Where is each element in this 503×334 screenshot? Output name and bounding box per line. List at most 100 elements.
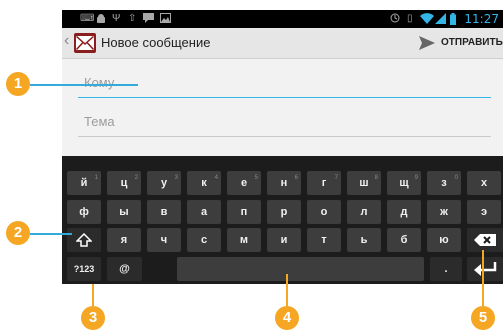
letter-key[interactable]: щ9	[387, 171, 421, 195]
letter-key[interactable]: ы	[107, 200, 141, 224]
key-hint: 4	[214, 175, 218, 181]
at-key[interactable]: @	[107, 257, 142, 281]
back-caret[interactable]: ‹	[64, 32, 69, 50]
letter-key[interactable]: и	[267, 228, 301, 252]
symbols-key[interactable]: ?123	[67, 257, 101, 281]
send-icon	[419, 36, 435, 50]
status-bar: ⌨ Ψ ⇧ ▯ 11:27	[62, 10, 503, 28]
letter-key[interactable]: н6	[267, 171, 301, 195]
letter-key[interactable]: к4	[187, 171, 221, 195]
callout-1: 1	[6, 72, 30, 96]
letter-key-label: х	[480, 177, 488, 189]
letter-key-label: з	[441, 177, 447, 189]
action-bar: ‹ Новое сообщение ОТПРАВИТЬ	[62, 28, 503, 59]
send-button[interactable]: ОТПРАВИТЬ	[411, 28, 503, 58]
letter-key-label: ю	[439, 234, 449, 246]
to-field-placeholder: Кому	[84, 75, 115, 90]
backspace-key[interactable]	[467, 228, 503, 252]
letter-key[interactable]: л	[347, 200, 381, 224]
chat-icon	[143, 13, 154, 25]
letter-key-label: ч	[160, 234, 168, 246]
email-app-icon[interactable]	[74, 33, 96, 53]
subject-field[interactable]: Тема	[78, 108, 491, 137]
letter-key[interactable]: х	[467, 171, 501, 195]
key-hint: 3	[174, 175, 178, 181]
keyboard-icon: ⌨	[80, 13, 95, 24]
letter-key-label: э	[480, 206, 488, 218]
letter-key-label: й	[80, 177, 88, 189]
letter-key-label: г	[321, 177, 327, 189]
letter-key-label: р	[280, 206, 288, 218]
shift-key[interactable]	[67, 228, 101, 252]
usb-icon: Ψ	[112, 13, 121, 24]
callout-3-leader	[92, 284, 94, 306]
callout-3: 3	[81, 306, 105, 330]
letter-key[interactable]: ю	[427, 228, 461, 252]
letter-key[interactable]: а	[187, 200, 221, 224]
key-hint: 9	[414, 175, 418, 181]
callout-1-leader	[30, 84, 138, 86]
letter-key-label: ь	[360, 234, 368, 246]
space-key[interactable]	[177, 257, 424, 281]
letter-key[interactable]: м	[227, 228, 261, 252]
letter-key[interactable]: о	[307, 200, 341, 224]
letter-key[interactable]: й1	[67, 171, 101, 195]
letter-key[interactable]: у3	[147, 171, 181, 195]
image-icon	[160, 13, 171, 25]
wifi-icon	[420, 13, 434, 25]
letter-key-label: м	[239, 234, 249, 246]
letter-key[interactable]: я	[107, 228, 141, 252]
compose-area: Кому Тема	[62, 59, 503, 156]
signal-icon	[435, 13, 446, 25]
letter-key[interactable]: э	[467, 200, 501, 224]
letter-key[interactable]: ф	[67, 200, 101, 224]
letter-key[interactable]: р	[267, 200, 301, 224]
letter-key-label: е	[240, 177, 248, 189]
letter-key[interactable]: з0	[427, 171, 461, 195]
tablet-screen: ⌨ Ψ ⇧ ▯ 11:27 ‹ Новое сообщение ОТПРАВИТ…	[62, 10, 503, 284]
letter-key[interactable]: ш8	[347, 171, 381, 195]
letter-key[interactable]: ь	[347, 228, 381, 252]
letter-key[interactable]: б	[387, 228, 421, 252]
letter-key-label: ж	[440, 206, 448, 218]
callout-4: 4	[275, 306, 299, 330]
letter-key-label: ш	[359, 177, 369, 189]
subject-field-placeholder: Тема	[84, 114, 115, 129]
letter-key-label: к	[201, 177, 207, 189]
dot-key-label: .	[444, 263, 448, 275]
letter-key[interactable]: ц2	[107, 171, 141, 195]
to-field[interactable]: Кому	[78, 69, 491, 98]
callout-5-leader	[482, 250, 484, 306]
letter-key-label: л	[360, 206, 368, 218]
symbols-key-label: ?123	[73, 264, 95, 274]
letter-key[interactable]: п	[227, 200, 261, 224]
letter-key-label: щ	[399, 177, 409, 189]
on-screen-keyboard: ?123 @ . й1ц2у3к4е5н6г7ш8щ9з0хфывапролдж…	[62, 156, 503, 284]
callout-5: 5	[471, 306, 495, 330]
letter-key[interactable]: ж	[427, 200, 461, 224]
letter-key-label: н	[280, 177, 288, 189]
letter-key[interactable]: е5	[227, 171, 261, 195]
letter-key-label: с	[200, 234, 208, 246]
page-title: Новое сообщение	[101, 35, 211, 50]
letter-key[interactable]: с	[187, 228, 221, 252]
enter-key[interactable]	[467, 257, 503, 281]
key-hint: 2	[134, 175, 138, 181]
dot-key[interactable]: .	[430, 257, 462, 281]
letter-key-label: п	[240, 206, 248, 218]
letter-key-label: в	[160, 206, 168, 218]
key-hint: 6	[294, 175, 298, 181]
letter-key[interactable]: ч	[147, 228, 181, 252]
battery-icon	[450, 13, 456, 25]
letter-key-label: о	[320, 206, 328, 218]
shift-icon	[75, 232, 93, 247]
letter-key[interactable]: г7	[307, 171, 341, 195]
letter-key[interactable]: в	[147, 200, 181, 224]
letter-key-label: б	[400, 234, 408, 246]
letter-key[interactable]: т	[307, 228, 341, 252]
callout-4-leader	[286, 274, 288, 306]
letter-key[interactable]: д	[387, 200, 421, 224]
letter-key-label: я	[120, 234, 128, 246]
send-button-label: ОТПРАВИТЬ	[441, 37, 503, 48]
clock-icon	[390, 13, 400, 25]
